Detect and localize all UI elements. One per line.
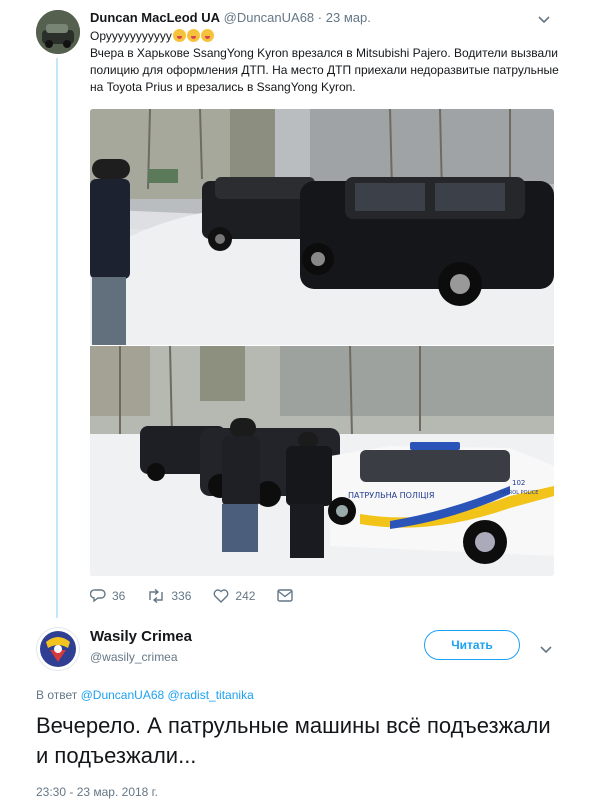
retweet-icon (149, 588, 164, 603)
avatar[interactable] (36, 627, 80, 671)
tweet-date[interactable]: 23 мар. (326, 10, 371, 25)
avatar[interactable] (36, 10, 80, 54)
tweet-body: Вчера в Харькове SsangYong Kyron врезалс… (90, 46, 559, 94)
retweet-count: 336 (171, 588, 192, 603)
emoji-icon (186, 29, 200, 42)
heart-icon (213, 588, 229, 603)
reply-prefix: В ответ (36, 688, 78, 702)
reply-context: В ответ @DuncanUA68 @radist_titanika (36, 688, 254, 702)
police-car-label: ПАТРУЛЬНА ПОЛІЦІЯ (348, 491, 434, 500)
tweet-actions: 36 336 242 (90, 588, 321, 603)
tweet-text: Вечерело. А патрульные машины всё подъез… (36, 713, 551, 768)
dm-icon (277, 589, 294, 602)
tweet-photo-1[interactable] (90, 109, 554, 345)
tweet-header: Duncan MacLeod UA @DuncanUA68 · 23 мар. (90, 10, 371, 25)
author-handle[interactable]: @DuncanUA68 (224, 10, 315, 25)
author-handle[interactable]: @wasily_crimea (90, 650, 178, 664)
tweet-first-line: Орууууууууууу (90, 29, 172, 43)
emoji-icon (172, 29, 186, 42)
tweet-photo-2[interactable]: ПАТРУЛЬНА ПОЛІЦІЯ 102 PATROL POLICE (90, 346, 554, 576)
author-name[interactable]: Wasily Crimea (90, 628, 192, 645)
like-button[interactable]: 242 (213, 589, 255, 603)
reply-button[interactable]: 36 (90, 588, 125, 603)
tweet-timestamp[interactable]: 23:30 - 23 мар. 2018 г. (36, 785, 158, 799)
tweet-text: Орууууууууууу Вчера в Харькове SsangYong… (90, 28, 560, 96)
author-name[interactable]: Duncan MacLeod UA (90, 10, 220, 25)
dot-separator: · (317, 10, 326, 25)
chevron-down-icon[interactable] (538, 12, 550, 27)
thread-line (56, 58, 58, 618)
police-car-patrol: PATROL POLICE (500, 490, 538, 496)
follow-button[interactable]: Читать (424, 630, 520, 660)
like-count: 242 (235, 588, 256, 603)
police-car-number: 102 (512, 479, 525, 487)
dm-button[interactable] (277, 589, 299, 602)
reply-count: 36 (112, 588, 126, 603)
reply-handle-link[interactable]: @DuncanUA68 (81, 688, 165, 702)
retweet-button[interactable]: 336 (147, 588, 192, 603)
emoji-icon (200, 29, 214, 42)
chevron-down-icon[interactable] (540, 642, 552, 657)
reply-handle-link[interactable]: @radist_titanika (168, 688, 254, 702)
reply-icon (90, 589, 106, 603)
